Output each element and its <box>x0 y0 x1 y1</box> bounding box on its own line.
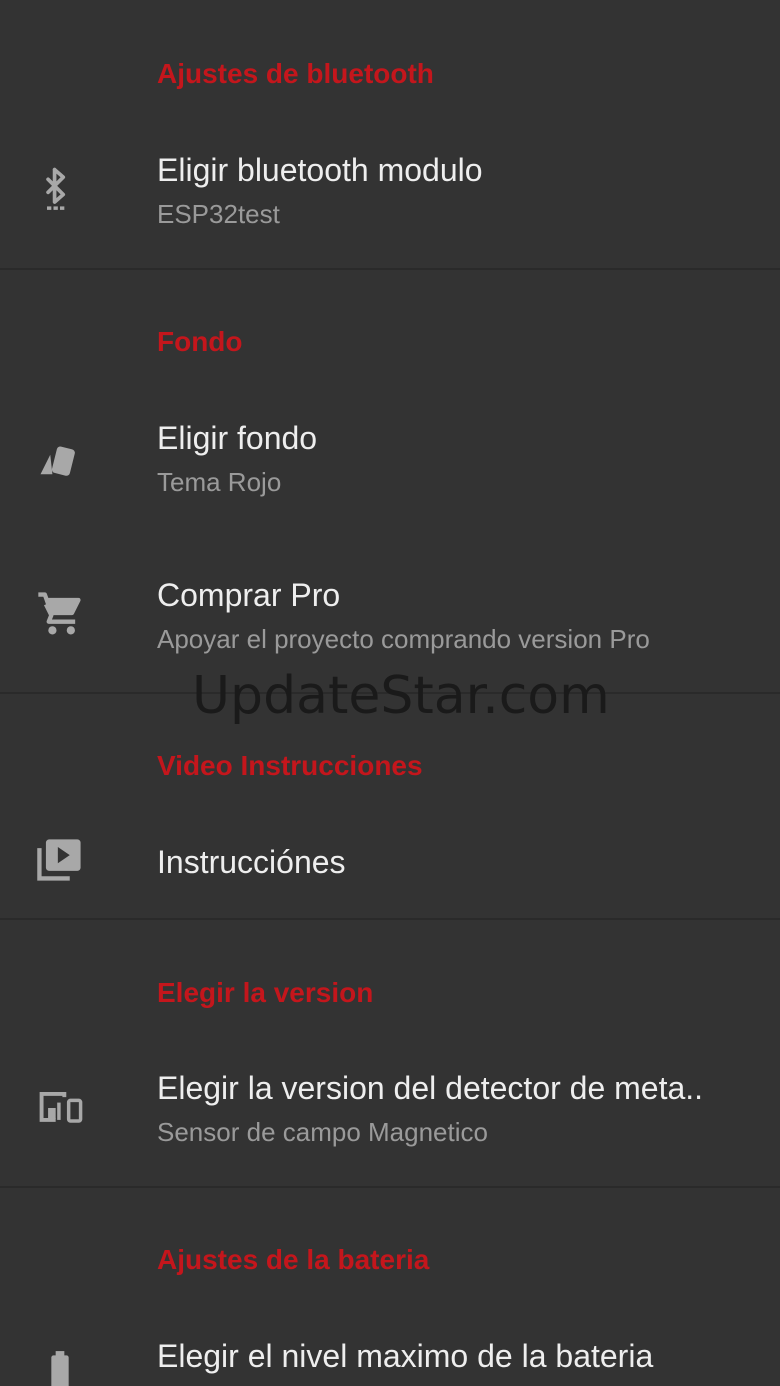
shopping-cart-icon <box>32 585 88 641</box>
pref-summary: ESP32test <box>157 199 280 229</box>
pref-title: Eligir bluetooth modulo <box>157 152 483 188</box>
pref-title: Elegir la version del detector de meta.. <box>157 1070 704 1106</box>
section-divider <box>0 1186 780 1188</box>
video-library-icon <box>32 832 88 888</box>
pref-battery-max-level[interactable]: Elegir el nivel maximo de la bateria <box>0 1326 780 1386</box>
pref-detector-version[interactable]: Elegir la version del detector de meta..… <box>0 1058 780 1186</box>
pref-summary: Sensor de campo Magnetico <box>157 1117 488 1147</box>
pref-title: Eligir fondo <box>157 420 318 456</box>
section-header-video: Video Instrucciones <box>157 750 423 781</box>
pref-background[interactable]: Eligir fondo Tema Rojo <box>0 406 780 536</box>
section-divider <box>0 918 780 920</box>
pref-title: Elegir el nivel maximo de la bateria <box>157 1338 654 1374</box>
section-header-version: Elegir la version <box>157 977 374 1008</box>
devices-icon <box>32 1080 88 1136</box>
battery-icon <box>32 1348 88 1386</box>
pref-title: Comprar Pro <box>157 577 341 613</box>
bluetooth-searching-icon <box>32 160 88 216</box>
pref-title: Instrucciónes <box>157 844 346 880</box>
section-header-bluetooth: Ajustes de bluetooth <box>157 58 434 89</box>
settings-screen: Ajustes de bluetooth Eligir bluetooth mo… <box>0 0 780 1386</box>
pref-summary: Apoyar el proyecto comprando version Pro <box>157 624 650 654</box>
pref-instructions[interactable]: Instrucciónes <box>0 820 780 916</box>
pref-summary: Tema Rojo <box>157 467 282 497</box>
watermark-text: UpdateStar.com <box>192 666 610 726</box>
section-header-fondo: Fondo <box>157 326 243 357</box>
swatches-icon <box>32 430 88 486</box>
section-header-bateria: Ajustes de la bateria <box>157 1244 430 1275</box>
section-divider <box>0 268 780 270</box>
pref-bluetooth-module[interactable]: Eligir bluetooth modulo ESP32test <box>0 140 780 268</box>
